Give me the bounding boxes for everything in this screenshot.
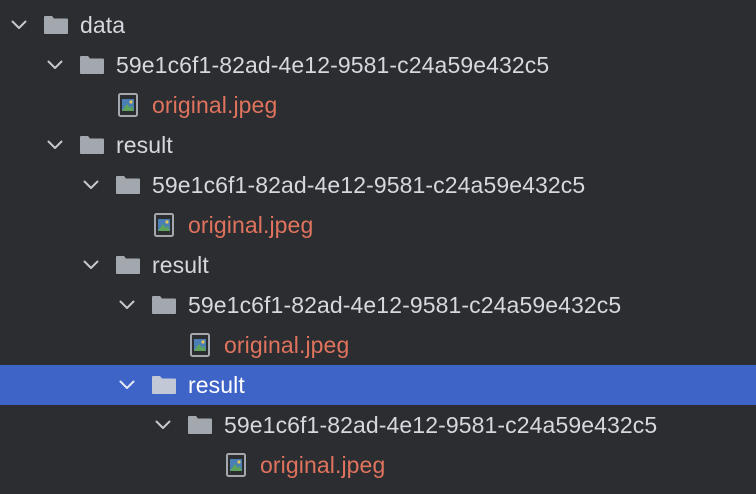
folder-icon: [114, 173, 142, 197]
tree-row-file[interactable]: original.jpeg: [0, 445, 756, 485]
tree-row-folder[interactable]: result: [0, 125, 756, 165]
chevron-down-icon[interactable]: [116, 374, 138, 396]
folder-icon: [150, 373, 178, 397]
tree-row-label: result: [116, 131, 173, 158]
chevron-down-icon[interactable]: [44, 134, 66, 156]
folder-icon: [150, 293, 178, 317]
tree-row-file[interactable]: original.jpeg: [0, 205, 756, 245]
tree-row-folder-selected[interactable]: result: [0, 365, 756, 405]
image-file-icon: [222, 453, 250, 477]
tree-row-label: original.jpeg: [188, 211, 314, 238]
tree-row-label: 59e1c6f1-82ad-4e12-9581-c24a59e432c5: [116, 51, 550, 78]
folder-icon: [78, 133, 106, 157]
tree-row-folder[interactable]: 59e1c6f1-82ad-4e12-9581-c24a59e432c5: [0, 285, 756, 325]
tree-row-label: 59e1c6f1-82ad-4e12-9581-c24a59e432c5: [224, 411, 658, 438]
tree-row-folder[interactable]: result: [0, 245, 756, 285]
tree-row-folder[interactable]: 59e1c6f1-82ad-4e12-9581-c24a59e432c5: [0, 165, 756, 205]
tree-row-label: 59e1c6f1-82ad-4e12-9581-c24a59e432c5: [152, 171, 586, 198]
chevron-down-icon[interactable]: [80, 174, 102, 196]
tree-row-label: original.jpeg: [224, 331, 350, 358]
folder-icon: [114, 253, 142, 277]
chevron-down-icon[interactable]: [152, 414, 174, 436]
tree-row-label: result: [188, 371, 245, 398]
tree-row-data[interactable]: data: [0, 5, 756, 45]
image-file-icon: [186, 333, 214, 357]
tree-row-file[interactable]: original.jpeg: [0, 325, 756, 365]
tree-row-folder[interactable]: 59e1c6f1-82ad-4e12-9581-c24a59e432c5: [0, 405, 756, 445]
image-file-icon: [114, 93, 142, 117]
chevron-down-icon[interactable]: [116, 294, 138, 316]
project-tree: data 59e1c6f1-82ad-4e12-9581-c24a59e432c…: [0, 0, 756, 494]
tree-row-file[interactable]: original.jpeg: [0, 85, 756, 125]
tree-row-label: original.jpeg: [152, 91, 278, 118]
tree-row-folder[interactable]: 59e1c6f1-82ad-4e12-9581-c24a59e432c5: [0, 45, 756, 85]
tree-row-label: 59e1c6f1-82ad-4e12-9581-c24a59e432c5: [188, 291, 622, 318]
chevron-down-icon[interactable]: [8, 14, 30, 36]
folder-icon: [42, 13, 70, 37]
chevron-down-icon[interactable]: [80, 254, 102, 276]
folder-icon: [186, 413, 214, 437]
image-file-icon: [150, 213, 178, 237]
chevron-down-icon[interactable]: [44, 54, 66, 76]
tree-row-label: data: [80, 11, 126, 38]
tree-row-label: result: [152, 251, 209, 278]
folder-icon: [78, 53, 106, 77]
tree-row-label: original.jpeg: [260, 451, 386, 478]
